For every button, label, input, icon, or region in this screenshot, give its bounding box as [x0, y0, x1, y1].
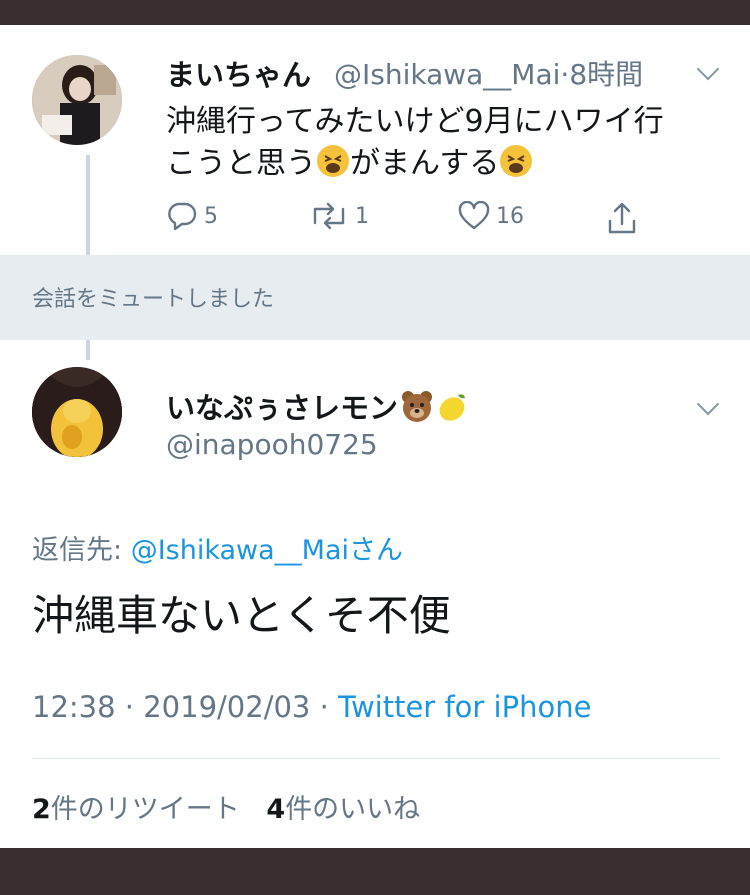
thread-line	[86, 155, 90, 255]
heart-icon	[458, 201, 490, 230]
likes-label: 件のいいね	[285, 794, 421, 825]
retweets-stat[interactable]: 2件のリツイート	[32, 794, 240, 825]
chevron-down-icon[interactable]	[696, 392, 720, 416]
retweet-count: 1	[355, 203, 369, 229]
bear-face-icon	[400, 389, 434, 423]
retweet-icon	[313, 202, 345, 230]
avatar-photo-icon	[32, 367, 122, 457]
tweet-time[interactable]: 8時間	[569, 58, 643, 91]
tweet-source-link[interactable]: Twitter for iPhone	[338, 690, 591, 724]
author-name[interactable]: いなぷぅさレモン	[166, 385, 468, 427]
reply-count: 5	[204, 203, 218, 229]
likes-stat[interactable]: 4件のいいね	[266, 794, 420, 825]
muted-conversation-banner: 会話をミュートしました	[0, 255, 750, 340]
reply-to-line: 返信先: @Ishikawa__Maiさん	[32, 528, 403, 567]
muted-text: 会話をミュートしました	[32, 287, 275, 312]
likes-count: 4	[266, 794, 286, 825]
tweet-parent[interactable]: まいちゃん @Ishikawa__Mai·8時間 沖縄行ってみたいけど9月にハワ…	[0, 25, 750, 255]
tired-face-icon	[316, 144, 350, 178]
retweet-button[interactable]: 1	[309, 201, 369, 231]
avatar-photo-icon	[32, 55, 122, 145]
chevron-down-icon[interactable]	[696, 57, 720, 81]
tweet-actions: 5 1 16	[166, 201, 646, 237]
author-handle[interactable]: @Ishikawa__Mai	[334, 58, 560, 91]
bottom-frame-bar	[0, 848, 750, 895]
tweet-meta: 12:38 · 2019/02/03 · Twitter for iPhone	[32, 690, 591, 724]
tweet-stats: 2件のリツイート 4件のいいね	[32, 787, 420, 826]
retweets-count: 2	[32, 794, 51, 825]
divider	[32, 758, 720, 759]
reply-button[interactable]: 5	[166, 201, 218, 231]
avatar[interactable]	[32, 55, 122, 145]
author-handle[interactable]: @inapooh0725	[166, 428, 378, 461]
author-name-text: いなぷぅさレモン	[166, 391, 399, 425]
tweet-text-part: こうと思う	[166, 146, 316, 181]
share-icon	[608, 202, 636, 234]
retweets-label: 件のリツイート	[50, 794, 240, 825]
tweet-text: 沖縄行ってみたいけど9月にハワイ行 こうと思う がまんする	[166, 101, 726, 185]
avatar[interactable]	[32, 367, 122, 457]
tired-face-icon	[499, 144, 533, 178]
tweet-text-line2: こうと思う がまんする	[166, 143, 726, 185]
reply-icon	[168, 202, 197, 231]
reply-to-label: 返信先:	[32, 535, 131, 566]
separator-dot: ·	[560, 58, 570, 91]
tweet-text: 沖縄車ないとくそ不便	[32, 591, 451, 640]
tweet-timestamp[interactable]: 12:38 · 2019/02/03 ·	[32, 690, 338, 724]
reply-to-link[interactable]: @Ishikawa__Maiさん	[131, 535, 403, 566]
top-frame-bar	[0, 0, 750, 25]
thread-line	[86, 340, 90, 360]
tweet-text-line1: 沖縄行ってみたいけど9月にハワイ行	[166, 104, 664, 139]
tweet-text-part: がまんする	[350, 146, 500, 181]
like-button[interactable]: 16	[458, 201, 524, 231]
like-count: 16	[496, 203, 524, 229]
lemon-icon	[434, 389, 468, 423]
share-button[interactable]	[606, 201, 638, 235]
author-name[interactable]: まいちゃん	[166, 52, 311, 94]
